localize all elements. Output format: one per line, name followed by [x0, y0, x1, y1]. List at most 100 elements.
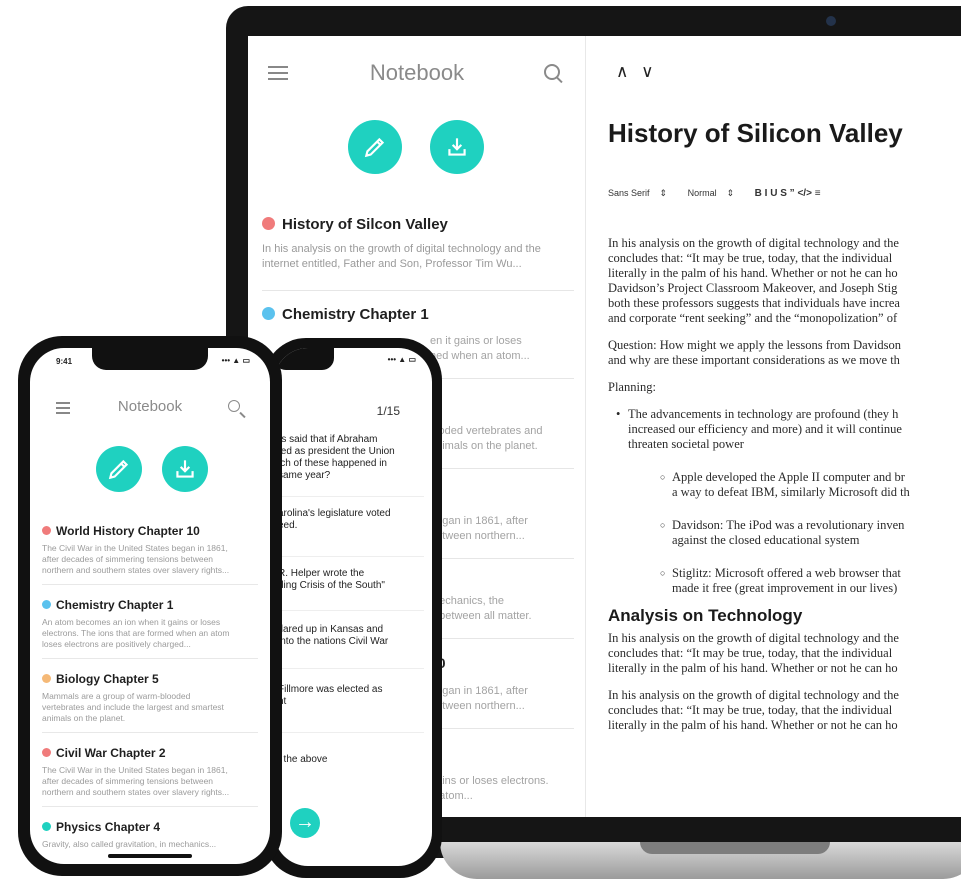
answer-option[interactable]: f the above — [278, 754, 418, 766]
arrow-right-icon: → — [295, 811, 315, 833]
select-caret-icon: ⇕ — [726, 188, 735, 198]
paragraph: In his analysis on the growth of digital… — [608, 236, 961, 326]
text-line: animals on the planet. — [42, 713, 126, 723]
note-item[interactable]: Chemistry Chapter 1 — [262, 306, 578, 324]
camera-icon — [826, 16, 836, 26]
text-line: Gravity, also called gravitation, in mec… — [42, 839, 217, 849]
download-button[interactable] — [162, 446, 208, 492]
note-excerpt-fragment: began in 1861, after — [430, 515, 528, 527]
divider — [274, 668, 424, 669]
text-line: ding Crisis of the South" — [278, 580, 385, 591]
text-line: into the nations Civil War — [278, 636, 389, 647]
new-note-button[interactable] — [96, 446, 142, 492]
download-icon — [448, 138, 466, 156]
text-line: made it free (great improvement in our l… — [672, 581, 898, 595]
new-note-button[interactable] — [348, 120, 402, 174]
text-line: The Civil War in the United States began… — [42, 765, 228, 775]
answer-option[interactable]: arolina's legislature voted eed. — [278, 508, 418, 532]
note-item[interactable]: Biology Chapter 5 Mammals are a group of… — [42, 670, 260, 724]
size-select[interactable]: Normal — [688, 188, 717, 198]
text-line: loses electrons are positively charged..… — [42, 639, 191, 649]
home-indicator[interactable] — [108, 854, 192, 858]
text-line: Davidson: The iPod was a revolutionary i… — [672, 518, 905, 532]
select-caret-icon: ⇕ — [659, 188, 668, 198]
note-excerpt-fragment: looded vertebrates and — [430, 425, 543, 437]
answer-option[interactable]: Fillmore was elected as nt — [278, 684, 418, 708]
text-line: concludes that: “It may be true, today, … — [608, 251, 893, 265]
answer-option[interactable]: R. Helper wrote the ding Crisis of the S… — [278, 568, 418, 592]
pencil-icon — [364, 137, 385, 158]
formatting-toolbar: Sans Serif ⇕ Normal ⇕ B I U S ” </> ≡ — [608, 188, 831, 199]
status-icons: ••• ▲ ▭ — [221, 356, 250, 365]
note-title: World History Chapter 10 — [56, 524, 200, 538]
divider — [262, 290, 574, 291]
answer-option[interactable]: rs said that if Abraham ted as president… — [278, 434, 418, 482]
font-select[interactable]: Sans Serif — [608, 188, 650, 198]
divider — [42, 806, 258, 807]
note-excerpt-fragment: g between all matter. — [430, 610, 532, 622]
note-title: Chemistry Chapter 1 — [282, 306, 429, 323]
text-line: In his analysis on the growth of digital… — [608, 631, 899, 645]
text-line: electrons. The ions that are formed when… — [42, 628, 230, 638]
phone-notch — [92, 348, 208, 370]
text-line: vertebrates and include the largest and … — [42, 702, 224, 712]
note-color-dot — [262, 217, 275, 230]
note-item[interactable]: History of Silcon Valley In his analysis… — [262, 216, 578, 272]
divider — [274, 496, 424, 497]
search-icon[interactable] — [228, 400, 240, 412]
text-line: and corporate “rent seeking” and the “mo… — [608, 311, 898, 325]
divider — [42, 658, 258, 659]
note-nav-arrows[interactable]: ∧ ∨ — [616, 62, 658, 82]
text-line: ich of these happened in — [278, 458, 387, 469]
note-title: Chemistry Chapter 1 — [56, 598, 174, 612]
note-excerpt: The Civil War in the United States began… — [42, 765, 260, 798]
note-item[interactable]: Physics Chapter 4 Gravity, also called g… — [42, 818, 260, 850]
text-line: northern and southern states over slaver… — [42, 787, 230, 797]
sub-bullet-item: Apple developed the Apple II computer an… — [608, 470, 961, 500]
text-line: Question: How might we apply the lessons… — [608, 338, 902, 352]
note-excerpt: The Civil War in the United States began… — [42, 543, 260, 576]
editor-pane: ∧ ∨ History of Silicon Valley Sans Serif… — [586, 36, 961, 817]
text-line: threaten societal power — [628, 437, 744, 451]
section-heading: Analysis on Technology — [608, 606, 803, 625]
note-excerpt-fragment: between northern... — [430, 700, 525, 712]
bullet-item: The advancements in technology are profo… — [608, 407, 961, 452]
text-line: flared up in Kansas and — [278, 624, 384, 635]
note-item[interactable]: World History Chapter 10 The Civil War i… — [42, 522, 260, 576]
note-color-dot — [262, 307, 275, 320]
divider — [42, 584, 258, 585]
note-excerpt-fragment: ned when an atom... — [430, 350, 530, 362]
note-excerpt-fragment: animals on the planet. — [430, 440, 538, 452]
format-buttons[interactable]: B I U S ” </> ≡ — [755, 188, 821, 199]
text-line: R. Helper wrote the — [278, 568, 365, 579]
text-line: concludes that: “It may be true, today, … — [608, 646, 893, 660]
divider — [42, 732, 258, 733]
text-line: increased our efficiency and more) and i… — [628, 422, 902, 436]
search-icon[interactable] — [544, 64, 560, 80]
back-phone-screen: ••• ▲ ▭ 1/15 rs said that if Abraham ted… — [274, 348, 432, 866]
text-line: ted as president the Union — [278, 446, 395, 457]
answer-option[interactable]: flared up in Kansas and into the nations… — [278, 624, 418, 648]
status-time: 9:41 — [56, 357, 73, 366]
question-counter: 1/15 — [376, 404, 400, 418]
text-line: The advancements in technology are profo… — [628, 407, 899, 421]
text-line: An atom becomes an ion when it gains or … — [42, 617, 221, 627]
document-title[interactable]: History of Silicon Valley — [608, 118, 903, 149]
text-line: both these professors suggests that indi… — [608, 296, 900, 310]
text-line: against the closed educational system — [672, 533, 860, 547]
text-line: Mammals are a group of warm-blooded — [42, 691, 191, 701]
divider — [274, 732, 424, 733]
text-line: after decades of simmering tensions betw… — [42, 776, 214, 786]
note-excerpt-fragment: gains or loses electrons. — [430, 775, 549, 787]
next-question-button[interactable]: → — [290, 808, 320, 838]
phone-notch — [274, 348, 334, 370]
download-button[interactable] — [430, 120, 484, 174]
document-body[interactable]: In his analysis on the growth of digital… — [608, 236, 961, 745]
text-line: Davidson’s Project Classroom Makeover, a… — [608, 281, 898, 295]
paragraph: In his analysis on the growth of digital… — [608, 631, 961, 676]
text-line: The Civil War in the United States began… — [42, 543, 228, 553]
note-item[interactable]: Civil War Chapter 2 The Civil War in the… — [42, 744, 260, 798]
note-item[interactable]: Chemistry Chapter 1 An atom becomes an i… — [42, 596, 260, 650]
text-line: Stiglitz: Microsoft offered a web browse… — [672, 566, 901, 580]
note-title: Civil War Chapter 2 — [56, 746, 166, 760]
